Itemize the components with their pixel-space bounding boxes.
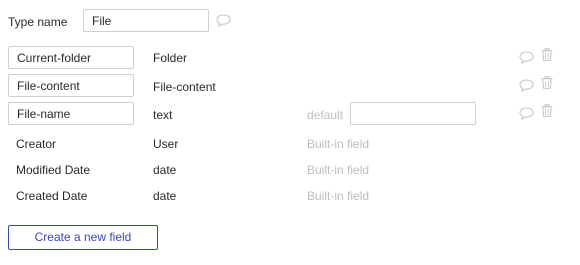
type-name-label: Type name	[8, 15, 68, 29]
comment-icon[interactable]	[519, 51, 534, 64]
builtin-field-note: Built-in field	[307, 137, 370, 151]
type-name-input[interactable]	[83, 9, 209, 32]
builtin-field-name: Modified Date	[16, 163, 91, 177]
field-name-input[interactable]	[8, 46, 134, 69]
default-label: default	[307, 108, 344, 122]
comment-icon[interactable]	[216, 14, 231, 27]
builtin-field-name: Created Date	[16, 189, 88, 203]
field-name-input[interactable]	[8, 102, 134, 125]
field-type[interactable]: File-content	[153, 80, 216, 94]
builtin-field-note: Built-in field	[307, 189, 370, 203]
builtin-field-note: Built-in field	[307, 163, 370, 177]
default-value-input[interactable]	[350, 102, 476, 125]
comment-icon[interactable]	[519, 107, 534, 120]
field-type[interactable]: Folder	[153, 51, 187, 65]
builtin-field-name: Creator	[16, 137, 57, 151]
builtin-field-type: date	[153, 163, 177, 177]
trash-icon[interactable]	[541, 104, 553, 117]
builtin-field-type: date	[153, 189, 177, 203]
builtin-field-type: User	[153, 137, 179, 151]
field-type[interactable]: text	[153, 108, 172, 122]
create-new-field-button[interactable]: Create a new field	[8, 225, 158, 250]
comment-icon[interactable]	[519, 79, 534, 92]
trash-icon[interactable]	[541, 76, 553, 89]
field-name-input[interactable]	[8, 74, 134, 97]
trash-icon[interactable]	[541, 48, 553, 61]
